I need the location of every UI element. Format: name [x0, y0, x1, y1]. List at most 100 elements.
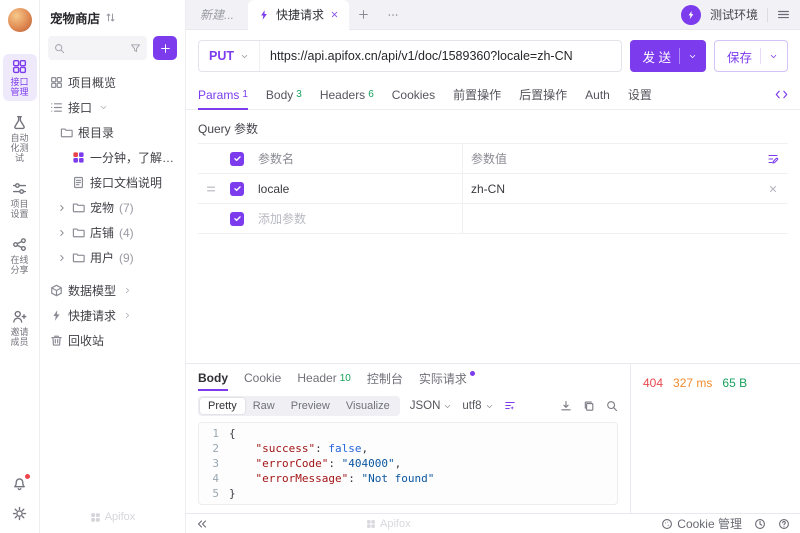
- doc-icon: [72, 176, 85, 189]
- toolbar-right: [560, 400, 618, 412]
- sidebar-item-quick-request[interactable]: 快捷请求: [40, 303, 185, 328]
- sidebar-item-folder-pet[interactable]: 宠物(7): [40, 195, 185, 220]
- view-mode-visualize[interactable]: Visualize: [338, 398, 398, 414]
- response-tab-0[interactable]: Body: [198, 364, 228, 392]
- line-number: 5: [199, 486, 229, 501]
- rail-item-label: 邀请成员: [10, 327, 30, 347]
- tab-badge: 6: [368, 89, 374, 100]
- remove-param-icon[interactable]: [768, 184, 778, 194]
- response-tab-4[interactable]: 实际请求: [419, 364, 475, 392]
- add-param-input[interactable]: 添加参数: [250, 204, 462, 233]
- add-row-checkbox[interactable]: [230, 212, 244, 226]
- apifox-watermark: Apifox: [40, 503, 185, 533]
- add-tab-button[interactable]: [349, 0, 378, 29]
- request-tab-1[interactable]: Body3: [266, 80, 302, 109]
- add-button[interactable]: [153, 36, 177, 60]
- response-tab-2[interactable]: Header10: [297, 364, 350, 392]
- encoding-select[interactable]: utf8: [462, 400, 493, 412]
- rail-item-online-share[interactable]: 在线分享: [3, 232, 37, 279]
- rail-item-label: 接口管理: [10, 77, 30, 97]
- copy-icon[interactable]: [583, 400, 595, 412]
- item-count: (9): [119, 251, 134, 265]
- generate-code-icon[interactable]: [775, 88, 788, 101]
- expand-icon[interactable]: [57, 253, 67, 263]
- sidebar-item-root-folder[interactable]: 根目录: [40, 120, 185, 145]
- search-response-icon[interactable]: [606, 400, 618, 412]
- request-tab-5[interactable]: 后置操作: [519, 80, 567, 109]
- project-switcher-icon[interactable]: [105, 12, 116, 23]
- line-number: 1: [199, 426, 229, 441]
- code-line: 3 "errorCode": "404000",: [199, 456, 617, 471]
- param-name[interactable]: locale: [250, 174, 462, 203]
- table-header-row: 参数名 参数值: [198, 144, 788, 174]
- request-tab-2[interactable]: Headers6: [320, 80, 374, 109]
- sidebar-item-api-section[interactable]: 接口: [40, 95, 185, 120]
- select-all-checkbox[interactable]: [230, 152, 244, 166]
- apifox-logo-icon: [366, 519, 376, 529]
- encoding-label: utf8: [462, 400, 481, 412]
- request-tab-6[interactable]: Auth: [585, 80, 610, 109]
- save-button[interactable]: 保存: [714, 40, 788, 72]
- method-select[interactable]: PUT: [199, 41, 260, 71]
- expand-icon[interactable]: [57, 203, 67, 213]
- cookie-manager-button[interactable]: Cookie 管理: [661, 515, 742, 532]
- filter-icon[interactable]: [130, 43, 141, 54]
- sidebar-item-doc-intro[interactable]: 一分钟，了解 Apifox!: [40, 145, 185, 170]
- send-button[interactable]: 发 送: [630, 40, 706, 72]
- notifications-button[interactable]: [12, 476, 27, 491]
- user-avatar[interactable]: [8, 8, 32, 32]
- tab-more-button[interactable]: [378, 0, 408, 29]
- help-icon[interactable]: [778, 518, 790, 530]
- chevron-down-icon: [769, 52, 778, 61]
- view-mode-raw[interactable]: Raw: [245, 398, 283, 414]
- collapse-sidebar-icon[interactable]: [196, 518, 208, 530]
- view-mode-segment: PrettyRawPreviewVisualize: [198, 396, 400, 416]
- sidebar-item-doc-readme[interactable]: 接口文档说明: [40, 170, 185, 195]
- add-param-value-input[interactable]: [462, 204, 758, 233]
- rail-item-label: 自动化测试: [10, 133, 30, 163]
- statusbar-right: Cookie 管理: [661, 515, 790, 532]
- tab-close-icon[interactable]: [330, 10, 339, 19]
- request-tab-4[interactable]: 前置操作: [453, 80, 501, 109]
- request-tab-3[interactable]: Cookies: [392, 80, 435, 109]
- bulk-edit-icon[interactable]: [767, 153, 779, 165]
- new-tab-button[interactable]: 新建...: [186, 0, 248, 29]
- sidebar-item-label: 数据模型: [68, 282, 116, 299]
- sidebar-item-folder-store[interactable]: 店铺(4): [40, 220, 185, 245]
- rail-item-project-settings[interactable]: 项目设置: [3, 176, 37, 223]
- response-tab-1[interactable]: Cookie: [244, 364, 281, 392]
- request-tab-0[interactable]: Params1: [198, 80, 248, 109]
- expand-icon[interactable]: [57, 228, 67, 238]
- response-tab-3[interactable]: 控制台: [367, 364, 403, 392]
- sidebar-item-folder-user[interactable]: 用户(9): [40, 245, 185, 270]
- sidebar-item-recycle-bin[interactable]: 回收站: [40, 328, 185, 353]
- chevron-right-icon: [123, 286, 132, 295]
- project-name[interactable]: 宠物商店: [50, 8, 100, 27]
- tab-badge: 3: [296, 89, 302, 100]
- rail-item-auto-test[interactable]: 自动化测试: [3, 110, 37, 167]
- environment-select[interactable]: 测试环境: [710, 6, 758, 23]
- param-row: localezh-CN: [198, 174, 788, 204]
- search-input[interactable]: [48, 36, 147, 60]
- hamburger-menu-icon[interactable]: [777, 8, 790, 21]
- tab-quick-request[interactable]: 快捷请求: [248, 0, 349, 29]
- history-icon[interactable]: [754, 518, 766, 530]
- view-mode-pretty[interactable]: Pretty: [200, 398, 245, 414]
- param-value[interactable]: zh-CN: [462, 174, 758, 203]
- view-mode-preview[interactable]: Preview: [283, 398, 338, 414]
- environment-icon[interactable]: [681, 5, 701, 25]
- cube-icon: [50, 284, 63, 297]
- format-select[interactable]: JSON: [410, 400, 453, 412]
- sidebar-item-data-models[interactable]: 数据模型: [40, 278, 185, 303]
- param-checkbox[interactable]: [230, 182, 244, 196]
- settings-gear-icon[interactable]: [12, 506, 27, 521]
- beautify-icon[interactable]: [504, 400, 516, 412]
- rail-item-api-management[interactable]: 接口管理: [3, 54, 37, 101]
- drag-handle-icon[interactable]: [205, 183, 217, 195]
- rail-item-invite-members[interactable]: 邀请成员: [3, 304, 37, 351]
- download-icon[interactable]: [560, 400, 572, 412]
- url-input[interactable]: [260, 49, 621, 63]
- request-tab-7[interactable]: 设置: [628, 80, 652, 109]
- response-body-editor[interactable]: 1{2 "success": false,3 "errorCode": "404…: [198, 422, 618, 505]
- sidebar-item-project-overview[interactable]: 项目概览: [40, 70, 185, 95]
